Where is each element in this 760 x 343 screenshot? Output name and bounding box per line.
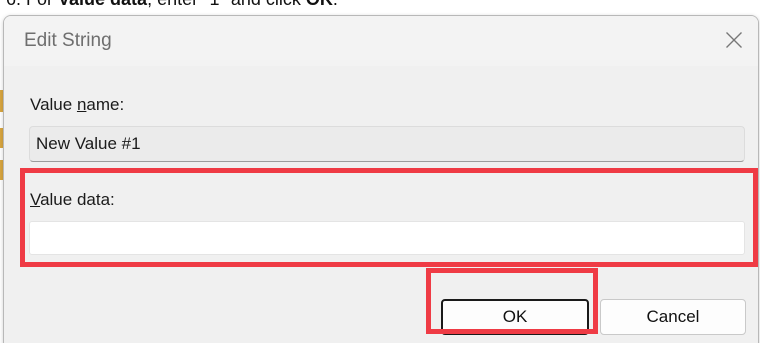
value-data-label: Value data: bbox=[30, 190, 115, 210]
ok-button[interactable]: OK bbox=[441, 299, 589, 335]
edit-string-dialog: Edit String Value name: New Value #1 Val… bbox=[3, 15, 759, 343]
dialog-titlebar: Edit String bbox=[4, 16, 758, 66]
value-name-field[interactable]: New Value #1 bbox=[29, 126, 745, 162]
cancel-button[interactable]: Cancel bbox=[600, 299, 746, 335]
instruction-bold-value-data: Value data bbox=[58, 0, 147, 9]
value-name-label: Value name: bbox=[30, 95, 124, 115]
screenshot-page: 6. For Value data, enter "1" and click O… bbox=[0, 0, 760, 343]
dialog-title: Edit String bbox=[24, 30, 112, 51]
value-data-label-accesskey: V bbox=[30, 190, 41, 209]
instruction-prefix: 6. For bbox=[6, 0, 58, 9]
instruction-suffix: . bbox=[333, 0, 338, 9]
value-name-label-part: ame: bbox=[86, 95, 125, 114]
value-name-label-accesskey: n bbox=[76, 95, 87, 114]
value-name-label-part: Value bbox=[30, 95, 77, 114]
close-button[interactable] bbox=[710, 16, 758, 64]
close-icon bbox=[726, 32, 742, 48]
instruction-text: 6. For Value data, enter "1" and click O… bbox=[6, 0, 338, 10]
value-data-input[interactable] bbox=[29, 221, 745, 255]
instruction-bold-ok: OK bbox=[306, 0, 333, 9]
instruction-middle: , enter "1" and click bbox=[147, 0, 306, 9]
value-data-label-part: alue data: bbox=[40, 190, 115, 209]
